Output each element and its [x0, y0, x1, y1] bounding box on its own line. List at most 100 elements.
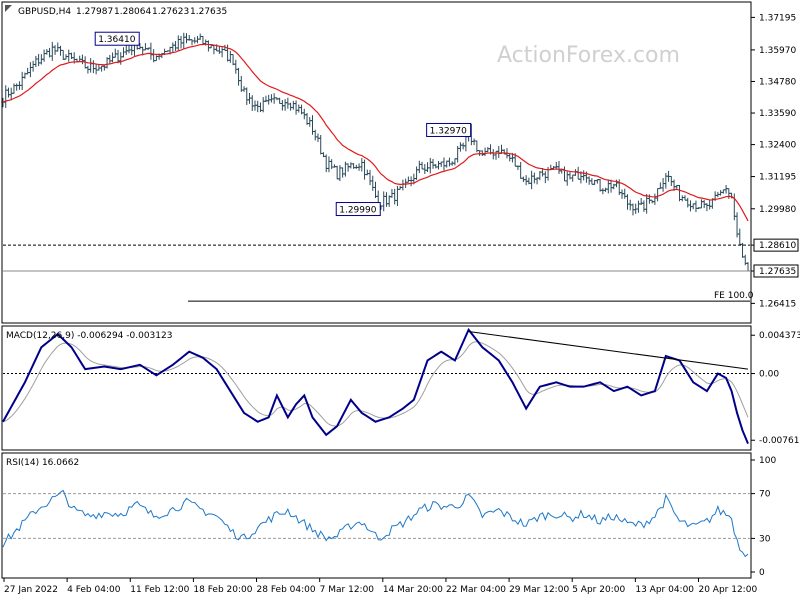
fe-label: FE 100.0: [714, 291, 754, 301]
price-bar: [195, 35, 200, 44]
price-bar: [589, 178, 594, 185]
x-axis: 27 Jan 2022 4 Feb 04:00 11 Feb 12:00 18 Feb…: [3, 578, 757, 595]
price-bar: [88, 58, 93, 73]
rsi-y-label: 100: [759, 456, 776, 466]
price-bar: [55, 42, 60, 52]
price-bar: [348, 162, 353, 169]
price-bar: [269, 94, 274, 103]
macd-y-label: 0.004373: [759, 331, 800, 341]
price-bar: [557, 160, 562, 174]
price-bar: [392, 188, 397, 205]
header-high: 1.28064: [114, 7, 151, 17]
price-y-label: 1.32400: [759, 141, 796, 151]
price-bar: [129, 44, 134, 56]
price-bar: [315, 133, 320, 142]
price-bar: [170, 42, 175, 53]
x-label: 5 Apr 20:00: [572, 585, 625, 595]
price-bar: [179, 35, 184, 49]
price-bar: [294, 100, 299, 115]
x-label: 13 Apr 04:00: [635, 585, 694, 595]
price-bar: [496, 146, 501, 158]
price-bar: [346, 163, 351, 172]
price-bar: [31, 60, 36, 72]
price-bar: [354, 164, 359, 169]
price-bar: [11, 83, 16, 94]
x-label: 22 Mar 04:00: [446, 585, 506, 595]
price-bar: [439, 161, 444, 167]
price-bar: [124, 45, 129, 55]
macd-y-label: 0.00: [759, 370, 779, 380]
price-bar: [431, 158, 436, 169]
price-bar: [636, 200, 641, 213]
price-bar: [6, 87, 11, 98]
price-y-axis: 1.37195 1.35970 1.34780 1.33590 1.32400 1.311…: [751, 13, 799, 309]
price-bar: [42, 49, 47, 62]
price-bar: [33, 55, 38, 68]
price-bar: [724, 185, 729, 194]
price-bar: [409, 176, 414, 187]
price-bar: [362, 159, 367, 180]
macd-panel: 0.004373 0.00 -0.007613 MACD(12,26,9) -0.0…: [1, 325, 800, 451]
price-bar: [61, 49, 66, 60]
x-label: 18 Feb 20:00: [193, 585, 252, 595]
watermark: ActionForex.com: [497, 43, 680, 68]
price-bar: [66, 49, 71, 62]
x-label: 20 Apr 12:00: [698, 585, 757, 595]
price-bar: [452, 158, 457, 166]
price-bar: [447, 157, 452, 167]
rsi-y-label: 0: [759, 568, 765, 578]
price-bar: [570, 174, 575, 182]
price-bar: [384, 192, 389, 207]
rsi-y-label: 70: [759, 490, 771, 500]
price-bar: [381, 191, 386, 212]
price-bar: [228, 50, 233, 63]
price-bar: [644, 193, 649, 214]
header-close: 1.27635: [190, 7, 227, 17]
price-bar: [102, 64, 107, 71]
price-bar: [565, 171, 570, 186]
price-bar: [200, 35, 205, 45]
x-label: 28 Feb 04:00: [257, 585, 316, 595]
price-bar: [148, 42, 153, 60]
price-bars: [1, 32, 750, 272]
price-bar: [641, 200, 646, 212]
price-bar: [231, 54, 236, 66]
price-bar: [359, 158, 364, 172]
price-bar: [36, 53, 41, 67]
price-bar: [370, 175, 375, 191]
price-bar: [94, 64, 99, 75]
price-bar: [220, 47, 225, 58]
price-bar: [603, 187, 608, 192]
price-bar: [3, 85, 8, 108]
price-bar: [332, 164, 337, 168]
macd-y-axis: 0.004373 0.00 -0.007613: [751, 331, 800, 446]
price-bar: [181, 32, 186, 49]
price-bar: [283, 99, 288, 111]
price-bar: [622, 188, 627, 199]
price-bar: [296, 104, 301, 113]
price-bar: [663, 172, 668, 189]
price-bar: [677, 185, 682, 202]
header-open: 1.27987: [76, 7, 113, 17]
x-label: 27 Jan 2022: [4, 585, 58, 595]
price-bar: [491, 149, 496, 160]
macd-y-label: -0.007613: [759, 436, 800, 446]
x-label: 4 Feb 04:00: [67, 585, 121, 595]
price-bar: [184, 33, 189, 44]
price-bar: [99, 65, 104, 72]
price-bar: [368, 169, 373, 186]
price-bar: [683, 195, 688, 201]
price-bar: [639, 198, 644, 205]
header-symbol: GBPUSD,H4: [18, 7, 71, 17]
price-bar: [400, 179, 405, 191]
price-bar: [324, 154, 329, 173]
rsi-y-label: 30: [759, 534, 771, 544]
price-y-label: 1.27635: [759, 267, 796, 277]
price-bar: [80, 54, 85, 65]
price-bar: [693, 200, 698, 213]
price-bar: [206, 40, 211, 52]
price-bar: [472, 138, 477, 146]
price-bar: [340, 167, 345, 178]
price-bar: [189, 39, 194, 46]
price-bar: [302, 108, 307, 120]
